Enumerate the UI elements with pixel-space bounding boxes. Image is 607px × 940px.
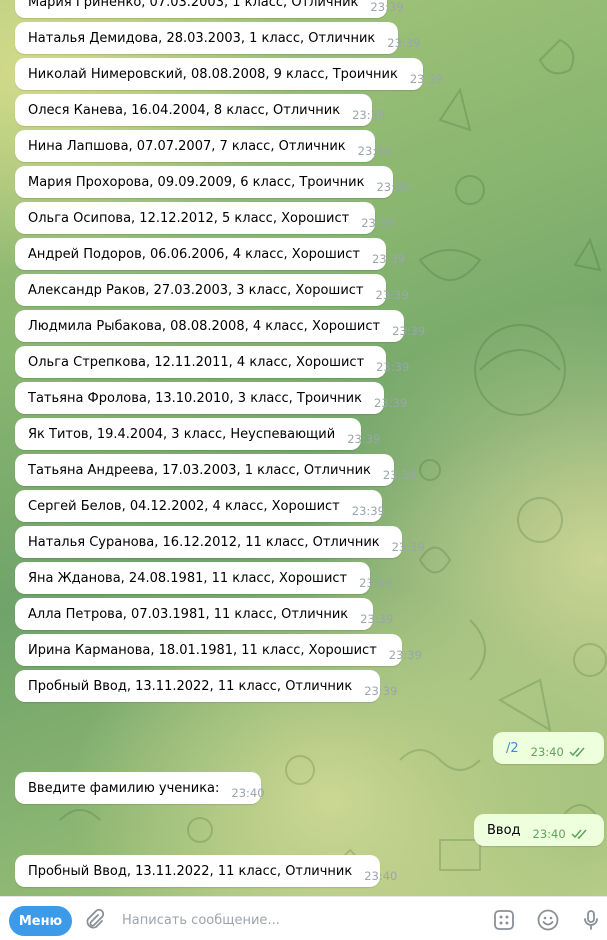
message-text: Наталья Суранова, 16.12.2012, 11 класс, … [28,534,380,550]
message-text: Мария Гриненко, 07.03.2003, 1 класс, Отл… [28,0,359,10]
message-text: Сергей Белов, 04.12.2002, 4 класс, Хорош… [28,498,340,514]
message-text: Нина Лапшова, 07.07.2007, 7 класс, Отлич… [28,138,346,154]
bot-commands-icon[interactable] [492,908,516,932]
message-time: 23:39 [370,0,404,14]
incoming-message[interactable]: Ирина Карманова, 18.01.1981, 11 класс, Х… [15,634,422,666]
emoji-icon[interactable] [536,908,560,932]
message-time: 23:39 [392,324,426,338]
message-time: 23:39 [347,432,381,446]
command-link[interactable]: /2 [506,741,519,756]
message-text: Ввод [487,822,521,838]
incoming-message[interactable]: Пробный Ввод, 13.11.2022, 11 класс, Отли… [15,670,397,702]
message-time: 23:39 [364,684,398,698]
message-text: Олеся Канева, 16.04.2004, 8 класс, Отлич… [28,102,341,118]
message-text: Николай Нимеровский, 08.08.2008, 9 класс… [28,66,398,82]
incoming-message[interactable]: Сергей Белов, 04.12.2002, 4 класс, Хорош… [15,490,385,522]
message-time: 23:39 [409,72,443,86]
outgoing-message[interactable]: /2 23:40 [493,732,604,764]
incoming-message[interactable]: Людмила Рыбакова, 08.08.2008, 4 класс, Х… [15,310,425,342]
message-text: Татьяна Фролова, 13.10.2010, 3 класс, Тр… [28,390,362,406]
message-text: Введите фамилию ученика: [28,780,220,796]
incoming-message[interactable]: Введите фамилию ученика: 23:40 [15,772,265,804]
message-text: Татьяна Андреева, 17.03.2003, 1 класс, О… [28,462,371,478]
message-input[interactable] [122,910,472,930]
message-time: 23:40 [532,827,566,841]
outgoing-message[interactable]: Ввод 23:40 [474,814,604,846]
message-time: 23:39 [382,468,417,482]
message-text: Ольга Осипова, 12.12.2012, 5 класс, Хоро… [28,210,350,226]
message-text: Як Титов, 19.4.2004, 3 класс, Неуспевающ… [28,426,336,442]
microphone-icon[interactable] [579,908,603,932]
message-time: 23:39 [375,288,409,302]
message-time: 23:39 [388,648,422,662]
message-text: Наталья Демидова, 28.03.2003, 1 класс, О… [28,30,376,46]
message-text: Людмила Рыбакова, 08.08.2008, 4 класс, Х… [28,318,381,334]
message-time: 23:39 [371,252,406,266]
message-text: Мария Прохорова, 09.09.2009, 6 класс, Тр… [28,174,365,190]
incoming-message[interactable]: Татьяна Андреева, 17.03.2003, 1 класс, О… [15,454,416,486]
incoming-message[interactable]: Николай Нимеровский, 08.08.2008, 9 класс… [15,58,443,90]
incoming-message[interactable]: Татьяна Фролова, 13.10.2010, 3 класс, Тр… [15,382,407,414]
incoming-message[interactable]: Алла Петрова, 07.03.1981, 11 класс, Отли… [15,598,393,630]
double-check-icon [571,829,589,839]
message-time: 23:40 [530,745,564,759]
message-time: 23:40 [231,786,265,800]
message-text: Ирина Карманова, 18.01.1981, 11 класс, Х… [28,642,377,658]
incoming-message[interactable]: Ольга Осипова, 12.12.2012, 5 класс, Хоро… [15,202,394,234]
incoming-message[interactable]: Наталья Демидова, 28.03.2003, 1 класс, О… [15,22,420,54]
message-time: 23:39 [359,576,393,590]
message-time: 23:39 [387,36,421,50]
incoming-message[interactable]: Нина Лапшова, 07.07.2007, 7 класс, Отлич… [15,130,391,162]
message-text: Яна Жданова, 24.08.1981, 11 класс, Хорош… [28,570,348,586]
incoming-message[interactable]: Мария Прохорова, 09.09.2009, 6 класс, Тр… [15,166,410,198]
incoming-message[interactable]: Мария Гриненко, 07.03.2003, 1 класс, Отл… [15,0,404,18]
message-text: Ольга Стрепкова, 12.11.2011, 4 класс, Хо… [28,354,365,370]
message-time: 23:39 [360,612,394,626]
message-time: 23:39 [352,108,386,122]
message-time: 23:39 [351,504,385,518]
incoming-message[interactable]: Яна Жданова, 24.08.1981, 11 класс, Хорош… [15,562,392,594]
incoming-message[interactable]: Ольга Стрепкова, 12.11.2011, 4 класс, Хо… [15,346,409,378]
message-text: Пробный Ввод, 13.11.2022, 11 класс, Отли… [28,678,353,694]
message-time: 23:39 [391,540,425,554]
paperclip-icon[interactable] [82,908,106,932]
message-time: 23:40 [364,869,398,883]
message-text: Алла Петрова, 07.03.1981, 11 класс, Отли… [28,606,349,622]
composer-bar: Меню [0,896,607,940]
message-time: 23:39 [361,216,395,230]
message-time: 23:39 [357,144,391,158]
message-time: 23:39 [376,360,410,374]
incoming-message[interactable]: Наталья Суранова, 16.12.2012, 11 класс, … [15,526,425,558]
message-time: 23:39 [376,180,410,194]
incoming-message[interactable]: Як Титов, 19.4.2004, 3 класс, Неуспевающ… [15,418,380,450]
incoming-message[interactable]: Олеся Канева, 16.04.2004, 8 класс, Отлич… [15,94,385,126]
incoming-message[interactable]: Пробный Ввод, 13.11.2022, 11 класс, Отли… [15,855,397,887]
message-text: Пробный Ввод, 13.11.2022, 11 класс, Отли… [28,863,353,879]
menu-button[interactable]: Меню [9,906,72,936]
message-text: Андрей Подоров, 06.06.2006, 4 класс, Хор… [28,246,360,262]
double-check-icon [569,747,587,757]
incoming-message[interactable]: Александр Раков, 27.03.2003, 3 класс, Хо… [15,274,409,306]
incoming-message[interactable]: Андрей Подоров, 06.06.2006, 4 класс, Хор… [15,238,405,270]
message-text: Александр Раков, 27.03.2003, 3 класс, Хо… [28,282,364,298]
message-time: 23:39 [373,396,408,410]
